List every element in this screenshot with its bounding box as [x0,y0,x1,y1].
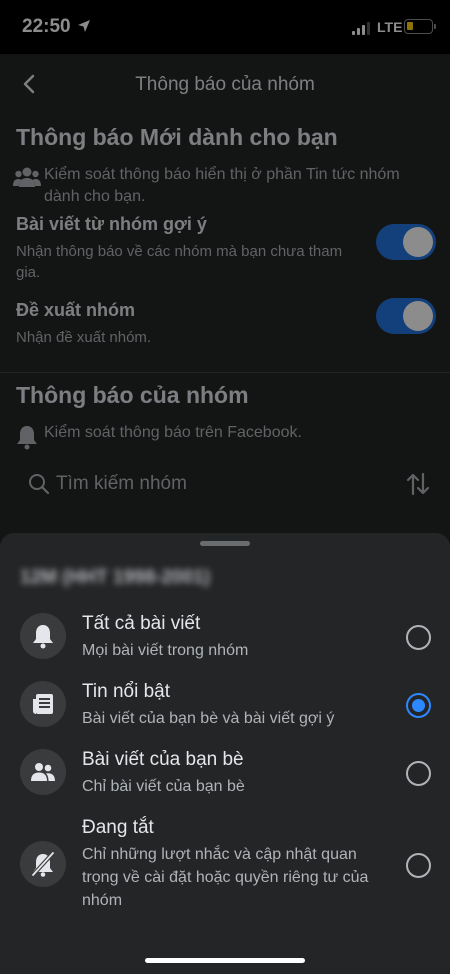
group-icon [13,167,41,187]
friends-icon [20,749,66,795]
setting-suggested-groups: Bài viết từ nhóm gợi ý Nhận thông báo về… [16,214,436,283]
network-label: LTE [377,19,403,35]
new-notifications-description: Kiểm soát thông báo hiển thị ở phần Tin … [10,164,430,208]
battery-icon [404,19,433,34]
signal-icon [352,22,370,35]
group-name: 12M (HHT 1998-2001) [20,567,211,588]
sort-icon[interactable] [404,470,432,498]
new-notifications-title: Thông báo Mới dành cho bạn [16,124,338,150]
radio-all-posts[interactable] [406,625,431,650]
option-title: Bài viết của bạn bè [82,749,244,770]
radio-highlights[interactable] [406,693,431,718]
option-title: Tất cả bài viết [82,613,201,634]
group-notifications-description: Kiểm soát thông báo trên Facebook. [10,422,430,450]
option-title: Đang tắt [82,817,154,838]
option-subtitle: Chỉ những lượt nhắc và cập nhật quan trọ… [82,846,369,909]
sheet-handle[interactable] [200,541,250,546]
group-suggestions-toggle[interactable] [376,298,436,334]
option-subtitle: Bài viết của bạn bè và bài viết gợi ý [82,710,335,727]
setting-label: Bài viết từ nhóm gợi ý [16,214,207,234]
home-indicator [145,958,305,963]
status-bar: 22:50 LTE [0,0,450,54]
radio-off[interactable] [406,853,431,878]
group-notifications-title: Thông báo của nhóm [16,382,249,408]
location-arrow-icon [78,20,90,32]
setting-description: Nhận đề xuất nhóm. [16,329,152,346]
search-input[interactable] [56,473,376,495]
suggested-groups-toggle[interactable] [376,224,436,260]
bell-icon [20,613,66,659]
bell-icon [17,426,37,450]
page-title: Thông báo của nhóm [135,74,315,95]
notification-options-sheet: 12M (HHT 1998-2001) Tất cả bài viết Mọi … [0,533,450,974]
newspaper-icon [20,681,66,727]
nav-bar: Thông báo của nhóm [0,54,450,114]
setting-group-suggestions: Đề xuất nhóm Nhận đề xuất nhóm. [16,298,436,348]
divider [0,372,450,373]
search-icon [29,474,50,495]
option-subtitle: Chỉ bài viết của bạn bè [82,778,245,795]
setting-description: Nhận thông báo về các nhóm mà bạn chưa t… [16,243,343,281]
bell-off-icon [20,841,66,887]
setting-label: Đề xuất nhóm [16,300,136,320]
radio-friends-posts[interactable] [406,761,431,786]
option-title: Tin nổi bật [82,681,171,702]
status-time: 22:50 [22,16,71,37]
group-search[interactable] [16,462,434,506]
option-subtitle: Mọi bài viết trong nhóm [82,642,249,659]
